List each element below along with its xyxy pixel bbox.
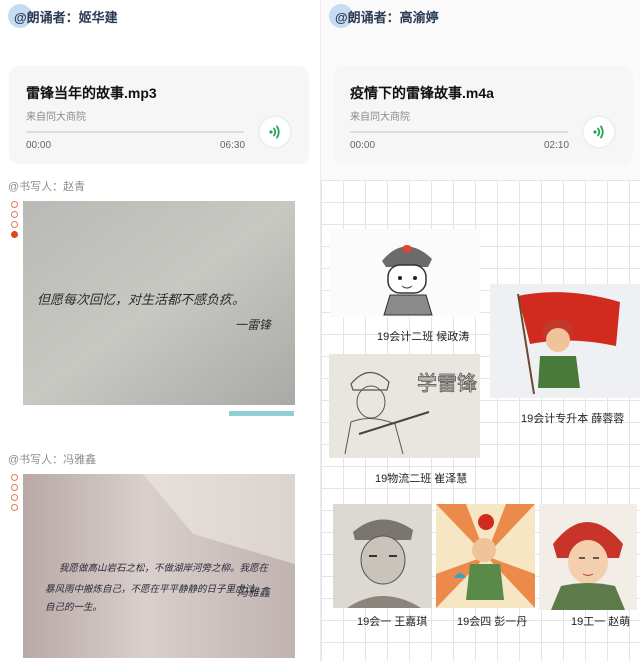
calligraphy-photo-1[interactable]: 但愿每次回忆，对生活都不感负疚。 一雷锋: [23, 201, 295, 405]
calligraphy-line: 自己的一生。: [45, 601, 102, 613]
audio-time-current: 00:00: [26, 140, 52, 151]
artwork-caption: 19会一 王嘉琪: [357, 616, 428, 628]
audio-play-button[interactable]: [584, 117, 614, 147]
audio-source: 来自同大商院: [26, 112, 86, 123]
drawing-text: 学雷锋: [417, 372, 477, 395]
artwork-image[interactable]: [539, 504, 637, 610]
pager-dot[interactable]: [11, 201, 18, 208]
audio-title: 疫情下的雷锋故事.m4a: [350, 85, 494, 101]
audio-title: 雷锋当年的故事.mp3: [26, 85, 157, 101]
artwork-image[interactable]: [333, 504, 432, 608]
narrator-label: @朗诵者：高渝婷: [335, 9, 439, 25]
audio-wave-icon: [593, 125, 604, 139]
calligraphy-photo-2[interactable]: 我愿做高山岩石之松，不做湖岸河旁之柳。我愿在 暴风雨中搬炼自己，不愿在平平静静的…: [23, 474, 295, 658]
artwork-caption: 19工一 赵萌: [571, 616, 631, 628]
scroll-indicator: [229, 411, 294, 416]
left-column: @朗诵者：姬华建 雷锋当年的故事.mp3 来自同大商院 00:00 06:30 …: [0, 0, 320, 661]
artwork-image[interactable]: [330, 229, 480, 317]
writer-label-1: @书写人：赵青: [8, 181, 86, 193]
pager-dot[interactable]: [11, 211, 18, 218]
pager-dot[interactable]: [11, 494, 18, 501]
calligraphy-signature: 一雷锋: [235, 318, 272, 332]
artwork-caption: 19会计专升本 薛蓉蓉: [521, 413, 625, 425]
audio-time-current: 00:00: [350, 140, 376, 151]
audio-wave-icon: [269, 125, 280, 139]
audio-time-total: 02:10: [544, 140, 570, 151]
audio-player-card[interactable]: 雷锋当年的故事.mp3 来自同大商院 00:00 06:30: [9, 66, 309, 164]
narrator-label: @朗诵者：姬华建: [14, 9, 118, 25]
narrator-header: @朗诵者：高渝婷: [329, 4, 439, 28]
writer-label-2: @书写人：冯雅鑫: [8, 454, 97, 466]
artwork-gallery: 19会计二班 候政涛 19会计专升本 薛蓉蓉 学雷锋 19物流二班 崔泽慧 19…: [321, 180, 640, 661]
pager-dot[interactable]: [11, 484, 18, 491]
artwork-image[interactable]: [436, 504, 535, 608]
calligraphy-line: 我愿做高山岩石之松，不做湖岸河旁之柳。我愿在: [59, 562, 270, 574]
calligraphy-signature: 冯雅鑫: [237, 586, 272, 599]
pager-dot[interactable]: [11, 504, 18, 511]
artwork-image[interactable]: 学雷锋: [329, 354, 480, 458]
artwork-image[interactable]: [490, 284, 640, 398]
artwork-caption: 19会计二班 候政涛: [377, 331, 470, 343]
image-pager-2[interactable]: [11, 474, 19, 514]
audio-player-card[interactable]: 疫情下的雷锋故事.m4a 来自同大商院 00:00 02:10: [333, 66, 633, 164]
audio-play-button[interactable]: [260, 117, 290, 147]
calligraphy-line: 暴风雨中搬炼自己，不愿在平平静静的日子里虚过: [45, 583, 256, 595]
artwork-caption: 19会四 彭一丹: [457, 616, 528, 628]
audio-progress-track[interactable]: [26, 131, 244, 133]
right-column: @朗诵者：高渝婷 疫情下的雷锋故事.m4a 来自同大商院 00:00 02:10: [320, 0, 640, 661]
narrator-header: @朗诵者：姬华建: [8, 4, 118, 28]
pager-dot[interactable]: [11, 474, 18, 481]
audio-progress-track[interactable]: [350, 131, 568, 133]
image-pager-1[interactable]: [11, 201, 19, 241]
audio-source: 来自同大商院: [350, 112, 410, 123]
calligraphy-line: 但愿每次回忆，对生活都不感负疚。: [37, 292, 245, 307]
artwork-caption: 19物流二班 崔泽慧: [375, 473, 468, 485]
audio-time-total: 06:30: [220, 140, 246, 151]
pager-dot-active[interactable]: [11, 231, 18, 238]
pager-dot[interactable]: [11, 221, 18, 228]
